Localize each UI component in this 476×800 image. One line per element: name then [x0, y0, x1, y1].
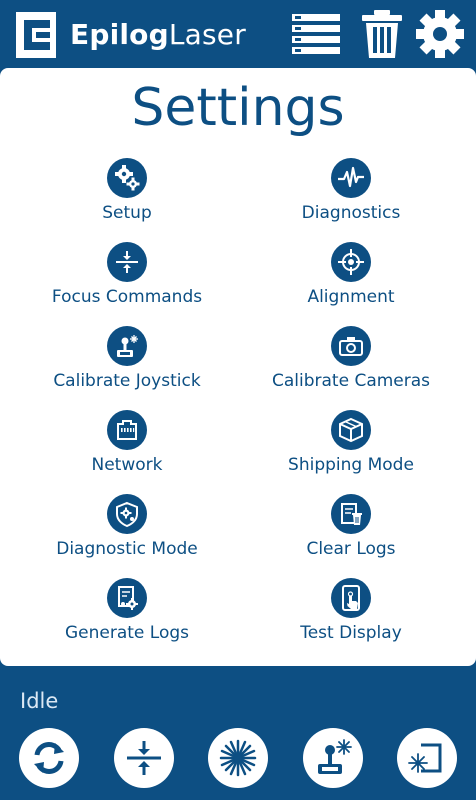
setup-gears-icon [107, 158, 147, 198]
setting-label: Setup [102, 203, 152, 223]
gear-icon [416, 10, 464, 58]
setting-label: Network [91, 455, 163, 475]
brand-name: EpilogLaser [70, 18, 246, 52]
joystick-button[interactable] [303, 728, 363, 788]
setting-calibrate-joystick[interactable]: Calibrate Joystick [8, 326, 246, 406]
brand-bold: Epilog [70, 18, 169, 51]
laser-button[interactable] [208, 728, 268, 788]
top-bar: EpilogLaser [0, 0, 476, 68]
list-icon [292, 14, 340, 54]
joystick-icon [107, 326, 147, 366]
setting-label: Diagnostic Mode [56, 539, 198, 559]
refresh-button[interactable] [19, 728, 79, 788]
setting-test-display[interactable]: Test Display [232, 578, 470, 658]
shield-gear-icon [107, 494, 147, 534]
setting-label: Calibrate Cameras [271, 371, 431, 391]
box-icon [331, 410, 371, 450]
pulse-icon [331, 158, 371, 198]
setting-alignment[interactable]: Alignment [232, 242, 470, 322]
refresh-icon [34, 742, 64, 774]
setting-setup[interactable]: Setup [8, 158, 246, 238]
machine-status: Idle [20, 689, 59, 713]
setting-generate-logs[interactable]: Generate Logs [8, 578, 246, 658]
laser-frame-icon [408, 743, 442, 773]
focus-icon [127, 741, 161, 775]
setting-focus-commands[interactable]: Focus Commands [8, 242, 246, 322]
epilog-logo-icon [16, 12, 56, 58]
setting-label: Calibrate Joystick [53, 371, 201, 391]
focus-arrows-icon [107, 242, 147, 282]
laser-frame-button[interactable] [397, 728, 457, 788]
crosshair-icon [331, 242, 371, 282]
generate-logs-icon [107, 578, 147, 618]
brand-light: Laser [168, 18, 246, 51]
setting-label: Clear Logs [306, 539, 396, 559]
setting-label: Generate Logs [64, 623, 190, 643]
laser-icon [219, 739, 257, 777]
setting-calibrate-cameras[interactable]: Calibrate Cameras [232, 326, 470, 406]
setting-clear-logs[interactable]: Clear Logs [232, 494, 470, 574]
setting-diagnostic-mode[interactable]: Diagnostic Mode [8, 494, 246, 574]
joystick-laser-icon [318, 739, 352, 774]
job-list-button[interactable] [290, 8, 342, 60]
setting-label: Test Display [300, 623, 402, 643]
focus-button[interactable] [114, 728, 174, 788]
trash-icon [362, 10, 402, 58]
setting-label: Alignment [307, 287, 395, 307]
setting-network[interactable]: Network [8, 410, 246, 490]
delete-button[interactable] [356, 8, 408, 60]
settings-panel: Settings Setup Diagnostics Focus Command… [0, 68, 476, 666]
clear-logs-icon [331, 494, 371, 534]
ethernet-port-icon [107, 410, 147, 450]
setting-label: Focus Commands [51, 287, 203, 307]
page-title: Settings [131, 78, 345, 138]
setting-label: Diagnostics [301, 203, 401, 223]
camera-icon [331, 326, 371, 366]
settings-button[interactable] [414, 8, 466, 60]
touch-display-icon [331, 578, 371, 618]
setting-diagnostics[interactable]: Diagnostics [232, 158, 470, 238]
setting-shipping-mode[interactable]: Shipping Mode [232, 410, 470, 490]
setting-label: Shipping Mode [288, 455, 414, 475]
